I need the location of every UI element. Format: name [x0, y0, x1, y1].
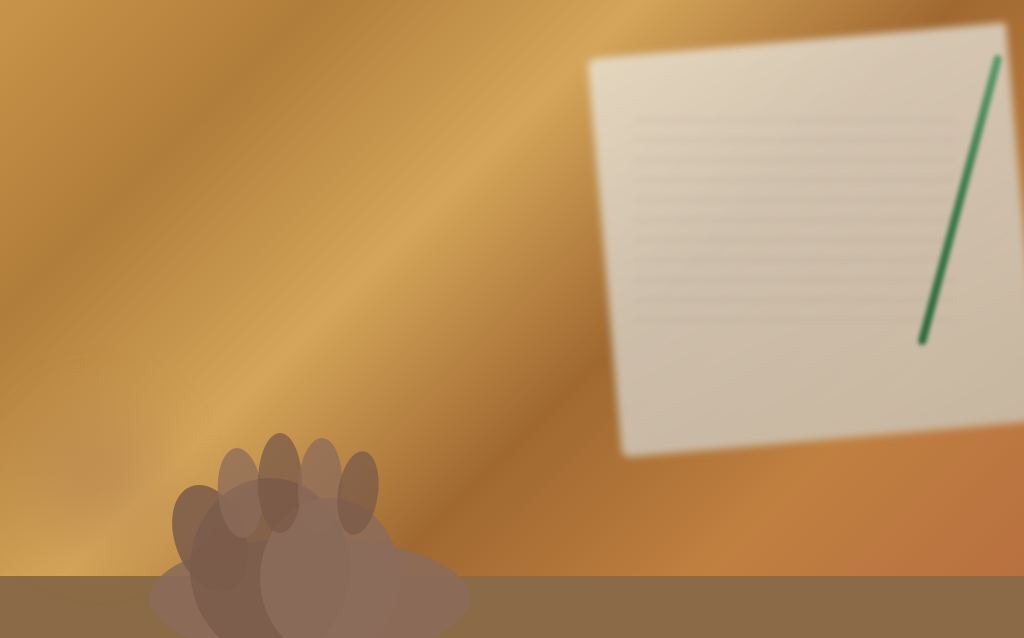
notebook-lines — [614, 90, 994, 410]
phone-device: 17:27 🔔 📋 — [170, 18, 490, 558]
hand-svg — [110, 338, 550, 638]
